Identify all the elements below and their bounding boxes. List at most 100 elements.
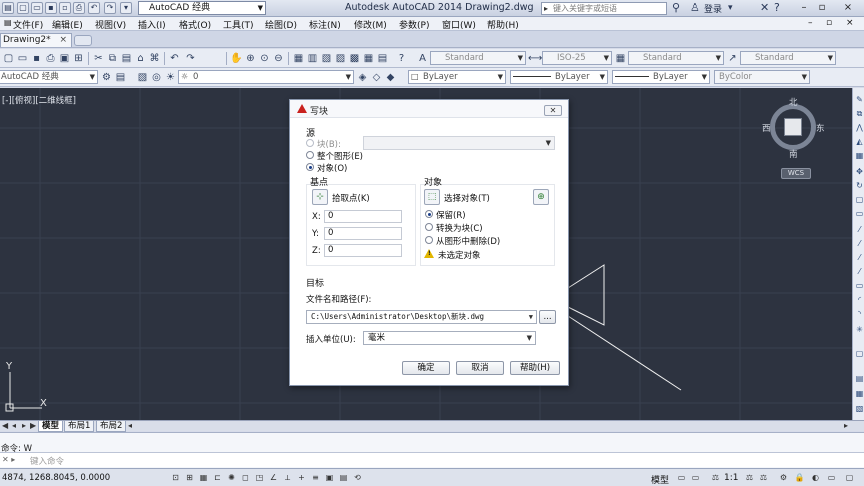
calculator-icon[interactable]: ▦ — [362, 52, 375, 65]
scale-icon[interactable]: ▢ — [854, 194, 864, 205]
app-menu-icon[interactable]: ▤ — [4, 18, 12, 27]
color-select[interactable]: □ ByLayer ▼ — [408, 70, 506, 84]
quick-view-drawings-icon[interactable]: ▭ — [690, 472, 701, 483]
convert-radio[interactable] — [425, 223, 433, 231]
menu-draw[interactable]: 绘图(D) — [265, 18, 297, 31]
join-icon[interactable]: ⁄ — [854, 266, 864, 277]
plotstyle-select[interactable]: ByColor ▼ — [714, 70, 810, 84]
erase-icon[interactable]: ✎ — [854, 94, 864, 105]
zoom-window-icon[interactable]: ⊙ — [258, 52, 271, 65]
pick-point-label[interactable]: 拾取点(K) — [332, 192, 370, 204]
menu-view[interactable]: 视图(V) — [95, 18, 126, 31]
tool-palettes-icon[interactable]: ▧ — [320, 52, 333, 65]
quick-properties-icon[interactable]: ▤ — [338, 472, 349, 483]
retain-label[interactable]: 保留(R) — [436, 209, 466, 221]
viewport-controls[interactable]: [-][俯视][二维线框] — [2, 94, 76, 106]
3d-osnap-icon[interactable]: ◳ — [254, 472, 265, 483]
quick-select-icon[interactable]: ⊕ — [533, 189, 549, 205]
source-block-radio[interactable] — [306, 139, 314, 147]
tab-layout2[interactable]: 布局2 — [96, 421, 127, 432]
new-file-icon[interactable]: ▢ — [17, 2, 29, 14]
text-style-select[interactable]: Standard ▼ — [430, 51, 526, 65]
undo-icon[interactable]: ↶ — [88, 2, 100, 14]
filename-input[interactable]: C:\Users\Administrator\Desktop\新块.dwg ▼ — [306, 310, 537, 324]
mleader-style-select[interactable]: Standard ▼ — [740, 51, 836, 65]
print-icon[interactable]: ⎙ — [44, 52, 57, 65]
source-drawing-label[interactable]: 整个图形(E) — [317, 150, 363, 162]
close-icon[interactable]: × — [59, 34, 67, 46]
infer-constraints-icon[interactable]: ⊡ — [170, 472, 181, 483]
x-coordinate-input[interactable]: 0 — [324, 210, 402, 223]
binoculars-icon[interactable]: ⚲ — [672, 1, 680, 15]
copy-object-icon[interactable]: ⧉ — [854, 108, 864, 119]
delete-label[interactable]: 从图形中删除(D) — [436, 235, 500, 247]
source-objects-label[interactable]: 对象(O) — [317, 162, 347, 174]
select-objects-icon[interactable]: ⬚ — [424, 189, 440, 205]
y-coordinate-input[interactable]: 0 — [324, 227, 402, 240]
settings-icon[interactable]: ▦ — [854, 388, 864, 399]
array-icon[interactable]: ▦ — [854, 150, 864, 161]
design-center-icon[interactable]: ▥ — [306, 52, 319, 65]
help-icon[interactable]: ? — [774, 1, 780, 15]
tab-scroll-right-icon[interactable]: ▸ — [844, 421, 848, 430]
markup-icon[interactable]: ▩ — [348, 52, 361, 65]
insert-units-select[interactable]: 毫米 ▼ — [363, 331, 536, 345]
zoom-realtime-icon[interactable]: ⊕ — [244, 52, 257, 65]
delete-radio[interactable] — [425, 236, 433, 244]
next-tab-icon[interactable]: ▸ — [22, 421, 26, 430]
annotation-scale-icon[interactable]: ⚖ — [710, 472, 721, 483]
compass-north[interactable]: 北 — [789, 96, 798, 108]
annotation-visibility-icon[interactable]: ⚖ — [744, 472, 755, 483]
polar-icon[interactable]: ✺ — [226, 472, 237, 483]
lineweight-toggle-icon[interactable]: ≡ — [310, 472, 321, 483]
menu-window[interactable]: 窗口(W) — [442, 18, 476, 31]
ducs-icon[interactable]: ⟂ — [282, 472, 293, 483]
selection-cycling-icon[interactable]: ⟲ — [352, 472, 363, 483]
transparency-icon[interactable]: ▣ — [324, 472, 335, 483]
wcs-menu[interactable]: WCS — [781, 168, 811, 179]
sheet-set-icon[interactable]: ▨ — [334, 52, 347, 65]
ortho-icon[interactable]: ⊏ — [212, 472, 223, 483]
block-editor-icon[interactable]: ⌘ — [148, 52, 161, 65]
linetype-select[interactable]: ByLayer ▼ — [510, 70, 608, 84]
convert-label[interactable]: 转换为块(C) — [436, 222, 483, 234]
menu-file[interactable]: 文件(F) — [13, 18, 43, 31]
layer-previous-icon[interactable]: ◇ — [370, 71, 383, 84]
dialog-titlebar[interactable]: 写块 ✕ — [290, 100, 568, 118]
publish-icon[interactable]: ⊞ — [72, 52, 85, 65]
doc-tab-drawing2[interactable]: Drawing2* × — [0, 33, 72, 47]
close-window-button[interactable]: × — [840, 1, 856, 15]
menu-insert[interactable]: 插入(I) — [138, 18, 166, 31]
osnap-icon[interactable]: ◻ — [240, 472, 251, 483]
workspace-select[interactable]: AutoCAD 经典 ▼ — [138, 1, 266, 15]
layer-properties-icon[interactable]: ▧ — [136, 71, 149, 84]
clean-screen-icon[interactable]: ▢ — [844, 472, 855, 483]
calc-icon[interactable]: ▤ — [376, 52, 389, 65]
ok-button[interactable]: 确定 — [402, 361, 450, 375]
zoom-previous-icon[interactable]: ⊖ — [272, 52, 285, 65]
open-icon[interactable]: ▭ — [16, 52, 29, 65]
workspace-select[interactable]: AutoCAD 经典 ▼ — [0, 70, 98, 84]
source-drawing-radio[interactable] — [306, 151, 314, 159]
coordinate-readout[interactable]: 4874, 1268.8045, 0.0000 — [2, 473, 110, 483]
layer-icon[interactable]: ◎ — [150, 71, 163, 84]
annotation-scale[interactable]: 1:1 — [724, 473, 738, 483]
last-tab-icon[interactable]: ▶ — [30, 421, 36, 430]
match-properties-icon[interactable]: ⌂ — [134, 52, 147, 65]
app-menu-icon[interactable]: ▤ — [2, 2, 14, 14]
command-input[interactable]: ✕ ▸ 键入命令 — [0, 452, 864, 467]
first-tab-icon[interactable]: ◀ — [2, 421, 8, 430]
close-doc-icon[interactable]: × — [846, 18, 854, 28]
open-file-icon[interactable]: ▭ — [31, 2, 43, 14]
break-icon[interactable]: ⁄ — [854, 252, 864, 263]
source-objects-radio[interactable] — [306, 163, 314, 171]
dialog-close-button[interactable]: ✕ — [544, 105, 562, 116]
user-icon[interactable]: ♙ — [690, 1, 700, 15]
print-icon[interactable]: ⎙ — [73, 2, 85, 14]
new-tab-button[interactable] — [74, 35, 92, 46]
compass-south[interactable]: 南 — [789, 148, 798, 160]
menu-dimension[interactable]: 标注(N) — [309, 18, 341, 31]
save-icon[interactable]: ▪ — [45, 2, 57, 14]
properties-icon[interactable]: ▤ — [854, 373, 864, 384]
help-button[interactable]: 帮助(H) — [510, 361, 560, 375]
